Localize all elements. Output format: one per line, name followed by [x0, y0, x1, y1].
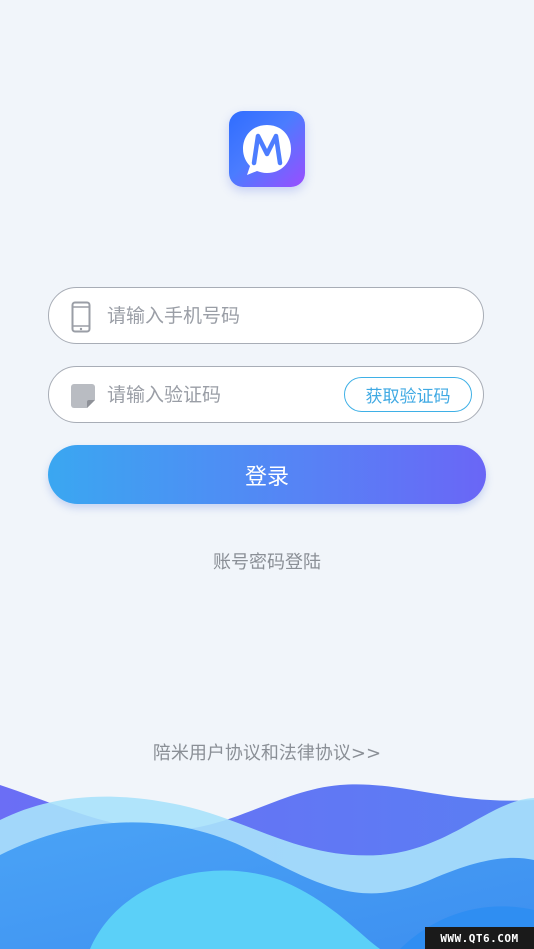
m-logo-icon — [243, 125, 291, 175]
code-field: 获取验证码 — [48, 366, 484, 423]
password-login-link[interactable]: 账号密码登陆 — [0, 548, 534, 574]
phone-field — [48, 287, 484, 344]
watermark: WWW.QT6.COM — [425, 927, 534, 949]
app-logo — [229, 111, 305, 187]
phone-icon — [71, 301, 91, 333]
code-input[interactable] — [105, 377, 369, 413]
decorative-waves — [0, 784, 534, 949]
phone-input[interactable] — [105, 298, 369, 334]
login-button[interactable]: 登录 — [48, 445, 486, 504]
verify-code-icon — [71, 384, 95, 408]
get-code-button[interactable]: 获取验证码 — [344, 377, 472, 412]
